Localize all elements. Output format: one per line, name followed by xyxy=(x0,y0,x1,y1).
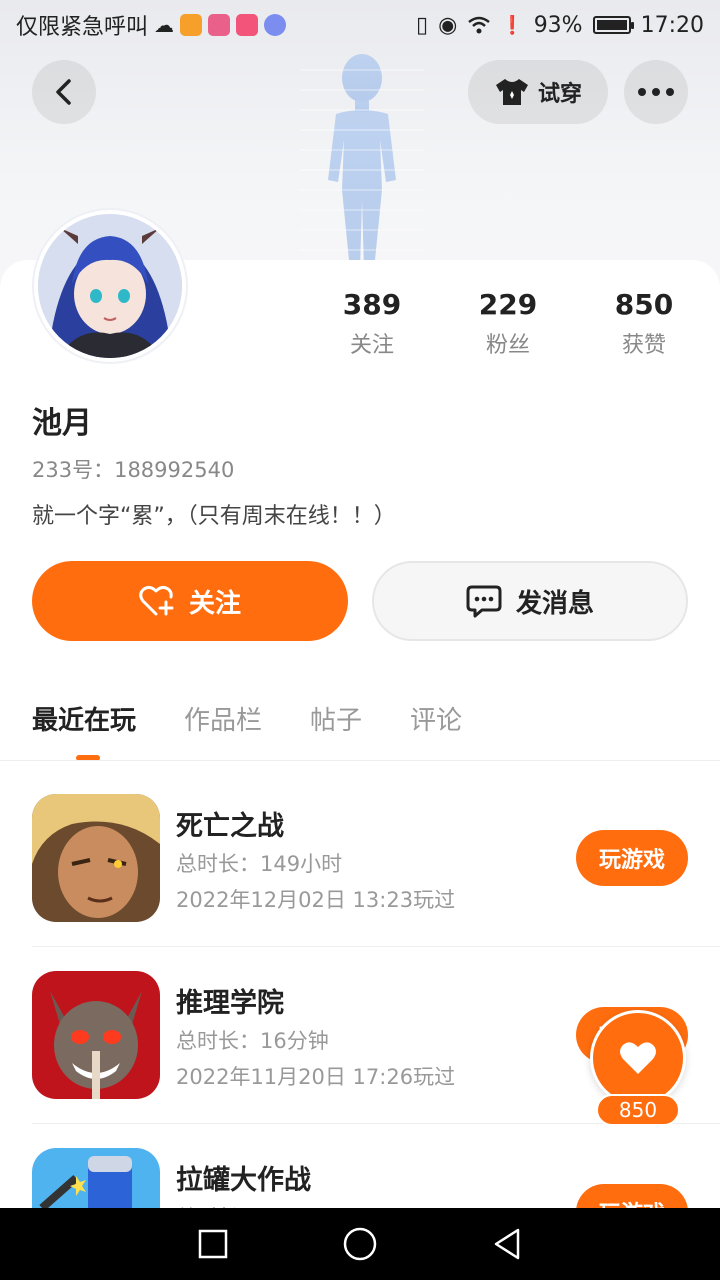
stat-label: 关注 xyxy=(349,333,394,358)
more-button[interactable] xyxy=(624,60,688,124)
game-duration: 总时长：16分钟 xyxy=(176,1029,329,1053)
stat-likes[interactable]: 850 获赞 xyxy=(584,288,704,359)
stat-following[interactable]: 389 关注 xyxy=(312,288,432,359)
follow-button[interactable]: 关注 xyxy=(32,561,348,641)
profile-uid: 233号：188992540 xyxy=(32,458,235,482)
stat-value: 229 xyxy=(478,288,538,321)
stat-followers[interactable]: 229 粉丝 xyxy=(448,288,568,359)
follow-label: 关注 xyxy=(188,588,241,619)
stat-label: 获赞 xyxy=(621,333,666,358)
system-nav-bar xyxy=(0,1208,720,1280)
message-label: 发消息 xyxy=(515,588,594,619)
battery-percent: 93% xyxy=(533,12,583,38)
tab-posts[interactable]: 帖子 xyxy=(310,700,362,737)
app-notification-icon xyxy=(180,14,203,36)
game-last-played: 2022年12月02日 13:23玩过 xyxy=(176,888,456,912)
game-duration: 总时长：149小时 xyxy=(176,852,343,876)
werewolf-portrait-icon xyxy=(32,971,160,1099)
game-icon xyxy=(32,794,160,922)
game-last-played: 2022年11月20日 17:26玩过 xyxy=(176,1065,456,1089)
chevron-left-icon xyxy=(56,79,71,105)
sim-alert-icon: ❗ xyxy=(501,14,524,36)
app-notification-icon xyxy=(208,14,231,36)
recents-square-icon[interactable] xyxy=(197,1228,229,1260)
stat-value: 389 xyxy=(342,288,402,321)
music-icon xyxy=(264,14,287,36)
game-icon xyxy=(32,971,160,1099)
tab-recently-played[interactable]: 最近在玩 xyxy=(32,700,136,737)
clock: 17:20 xyxy=(640,12,704,38)
heart-icon xyxy=(620,1042,656,1074)
tab-comments[interactable]: 评论 xyxy=(410,700,462,737)
play-game-button[interactable]: 玩游戏 xyxy=(576,830,688,886)
app-notification-icon xyxy=(236,14,259,36)
home-circle-icon[interactable] xyxy=(342,1226,378,1262)
eye-icon: ◉ xyxy=(438,12,458,38)
profile-name: 池月 xyxy=(32,406,92,441)
carrier-text: 仅限紧急呼叫 xyxy=(16,15,149,40)
warrior-portrait-icon xyxy=(32,794,160,922)
back-button[interactable] xyxy=(32,60,96,124)
vibrate-icon: ▯ xyxy=(415,12,429,38)
game-title: 拉罐大作战 xyxy=(176,1165,311,1196)
divider xyxy=(32,946,720,947)
status-bar: 仅限紧急呼叫 ☁ ▯ ◉ ❗ 93% 17:20 xyxy=(0,0,720,50)
stat-value: 850 xyxy=(614,288,674,321)
divider xyxy=(0,760,720,761)
list-item[interactable]: 死亡之战 总时长：149小时 2022年12月02日 13:23玩过 玩游戏 xyxy=(0,794,720,970)
stat-label: 粉丝 xyxy=(485,333,530,358)
profile-bio: 就一个字“累”，（只有周末在线！！） xyxy=(32,504,396,529)
chat-bubble-icon xyxy=(466,585,502,618)
tab-works[interactable]: 作品栏 xyxy=(184,700,262,737)
like-fab-button[interactable] xyxy=(590,1010,686,1106)
tshirt-icon xyxy=(495,79,528,105)
heart-plus-icon xyxy=(139,585,174,616)
battery-icon xyxy=(592,16,634,34)
message-button[interactable]: 发消息 xyxy=(372,561,688,641)
avatar-hologram-icon xyxy=(300,54,424,270)
profile-tabs: 最近在玩 作品栏 帖子 评论 xyxy=(32,700,462,737)
try-on-label: 试穿 xyxy=(537,82,582,107)
more-dots-icon xyxy=(638,88,674,96)
back-triangle-icon[interactable] xyxy=(491,1227,523,1261)
game-title: 死亡之战 xyxy=(176,811,284,842)
wifi-icon xyxy=(468,16,491,34)
anime-avatar-icon xyxy=(38,214,182,358)
try-on-button[interactable]: 试穿 xyxy=(468,60,608,124)
like-count-badge: 850 xyxy=(596,1094,680,1126)
game-title: 推理学院 xyxy=(176,988,284,1019)
avatar[interactable] xyxy=(34,210,186,362)
cloud-icon: ☁ xyxy=(154,13,175,37)
